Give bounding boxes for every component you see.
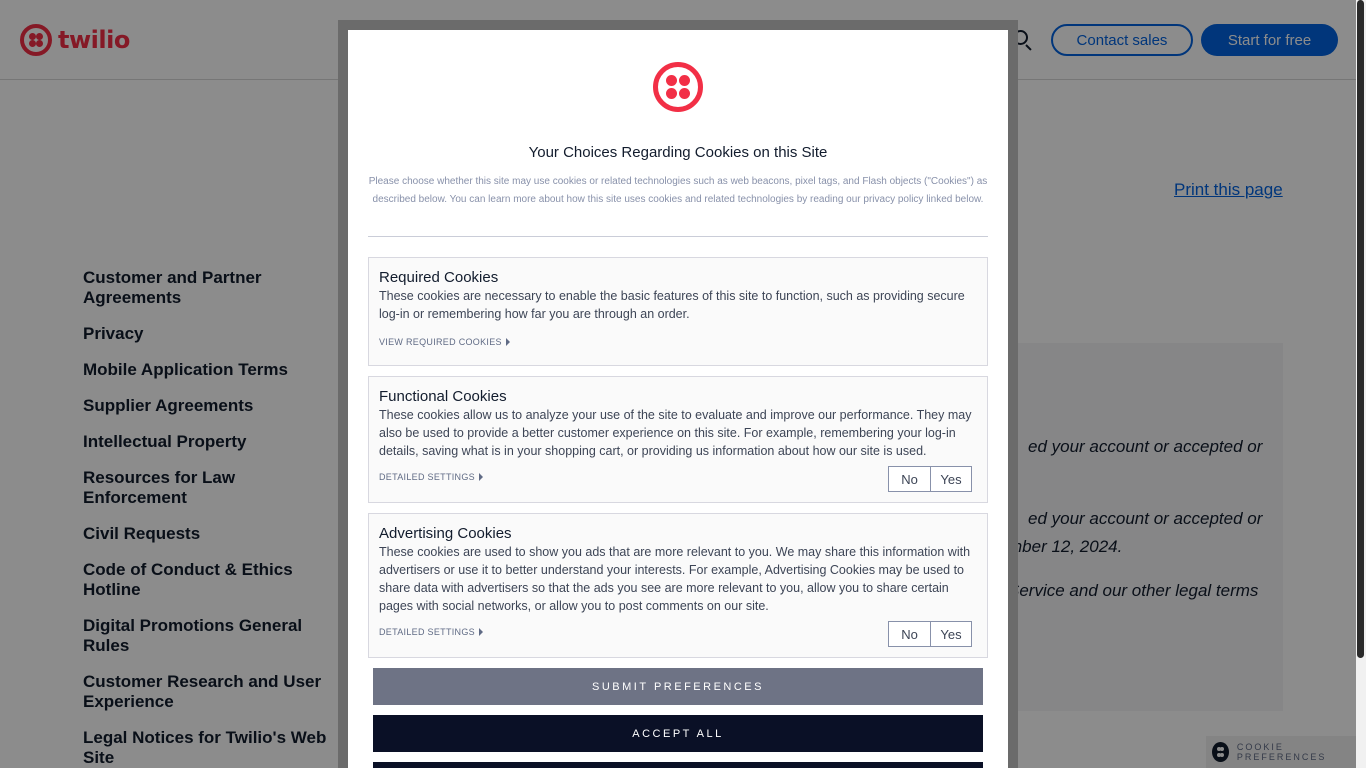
triangle-right-icon <box>478 473 483 481</box>
twilio-logo-icon <box>653 62 703 112</box>
view-required-cookies-link[interactable]: VIEW REQUIRED COOKIES <box>379 337 510 347</box>
modal-title: Your Choices Regarding Cookies on this S… <box>528 144 828 161</box>
functional-detailed-settings-link[interactable]: DETAILED SETTINGS <box>379 472 483 482</box>
divider <box>368 236 988 237</box>
triangle-right-icon <box>505 338 510 346</box>
advertising-yes-button[interactable]: Yes <box>930 622 971 646</box>
section-description: These cookies are necessary to enable th… <box>379 289 965 321</box>
advertising-detailed-settings-link[interactable]: DETAILED SETTINGS <box>379 627 483 637</box>
cookie-consent-modal: Your Choices Regarding Cookies on this S… <box>348 30 1008 768</box>
required-cookies-section: Required Cookies These cookies are neces… <box>368 257 988 366</box>
section-title: Advertising Cookies <box>379 525 512 542</box>
section-description: These cookies allow us to analyze your u… <box>379 408 972 458</box>
advertising-cookies-toggle: No Yes <box>888 621 972 647</box>
functional-yes-button[interactable]: Yes <box>930 467 971 491</box>
advertising-cookies-section: Advertising Cookies These cookies are us… <box>368 513 988 658</box>
section-title: Functional Cookies <box>379 388 507 405</box>
functional-no-button[interactable]: No <box>889 467 930 491</box>
triangle-right-icon <box>478 628 483 636</box>
functional-cookies-toggle: No Yes <box>888 466 972 492</box>
advertising-no-button[interactable]: No <box>889 622 930 646</box>
functional-cookies-section: Functional Cookies These cookies allow u… <box>368 376 988 503</box>
section-description: These cookies are used to show you ads t… <box>379 545 971 613</box>
section-title: Required Cookies <box>379 269 499 286</box>
accept-all-button[interactable]: ACCEPT ALL <box>373 715 983 752</box>
page-scrollbar[interactable] <box>1356 0 1366 768</box>
submit-preferences-button[interactable]: SUBMIT PREFERENCES <box>373 668 983 705</box>
reject-all-button[interactable] <box>373 762 983 768</box>
scrollbar-thumb[interactable] <box>1357 0 1364 658</box>
modal-intro: Please choose whether this site may use … <box>368 176 988 205</box>
